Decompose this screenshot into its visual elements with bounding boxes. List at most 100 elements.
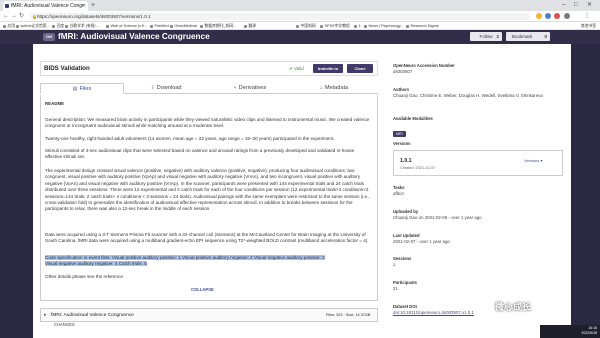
folder-icon: ▤	[72, 86, 78, 92]
follow-button[interactable]: Follow 2	[470, 32, 502, 41]
file-row[interactable]: CHANGES	[40, 321, 378, 329]
modality-badge[interactable]: MRI	[393, 131, 406, 137]
menu-icon[interactable]: ⋮	[584, 12, 590, 21]
bookmark-item[interactable]: 应用	[3, 22, 16, 30]
participants-block: Participants 21	[393, 280, 563, 292]
authors-list: Chuanji Gao, Christine E. Weber, Douglas…	[393, 93, 543, 98]
tab-metadata[interactable]: ⌂ Metadata	[292, 83, 376, 94]
version-date: Created: 2021-02-07	[400, 166, 436, 170]
sessions-block: Sessions 1	[393, 256, 563, 268]
bookmark-item[interactable]: PubMed	[150, 22, 169, 30]
validation-title: BIDS Validation	[44, 65, 90, 72]
updated-block: Last Updated 2021-02-07 - over 1 year ag…	[393, 233, 563, 245]
file-name: CHANGES	[54, 322, 75, 327]
bookmark-item[interactable]: 1	[354, 22, 361, 30]
bookmark-item[interactable]: SPSS中文教程	[320, 22, 350, 30]
bookmark-item[interactable]: 数据库期刊_知网...	[200, 22, 237, 30]
browser-tab[interactable]: fMRI: Audiovisual Valence Congr ✕	[3, 1, 88, 11]
tab-download[interactable]: ⇩ Download	[124, 83, 208, 94]
clock-date: 2022/6/28	[581, 331, 597, 335]
files-stats: Files: 329 · Size: 14.37GB	[326, 313, 371, 317]
clone-button[interactable]: Clone	[347, 64, 373, 73]
other-bookmarks[interactable]: 其他书签	[581, 22, 596, 30]
version-card[interactable]: 1.0.1 Created: 2021-02-07 Versions ▾	[393, 150, 563, 176]
extension-icon[interactable]	[545, 13, 551, 19]
bookmark-item[interactable]: GeenMedical	[170, 22, 197, 30]
bookmark-item[interactable]: 中国知网	[296, 22, 316, 30]
highlighted-text: Code specification in event files: Visua…	[45, 255, 325, 260]
bookmark-item[interactable]: 翻译	[244, 22, 257, 30]
modalities-block: Available Modalities MRI	[393, 116, 563, 140]
collapse-button[interactable]: COLLAPSE	[191, 287, 214, 292]
modalities-label: Available Modalities	[393, 116, 433, 121]
openneuro-logo: ON	[43, 33, 55, 41]
participants-count: 21	[393, 286, 398, 291]
accession-number: ds003507	[393, 69, 413, 74]
tab-label: Metadata	[324, 85, 349, 91]
readme-paragraph: Data were acquired using a 3-T Siemens P…	[45, 232, 369, 244]
dataset-header: ON fMRI: Audiovisual Valence Congruence …	[0, 30, 600, 44]
extension-icon[interactable]	[554, 13, 560, 19]
maximize-icon[interactable]: □	[574, 0, 578, 10]
tab-derivatives[interactable]: ⑂ Derivatives	[208, 83, 292, 94]
brainlife-button[interactable]: brainlife.io	[313, 64, 343, 73]
taskbar: 16:16 2022/6/28	[540, 325, 600, 338]
follow-label: Follow	[479, 34, 493, 39]
bookmark-button[interactable]: Bookmark 0	[506, 32, 550, 41]
minimize-icon[interactable]: –	[562, 0, 565, 10]
files-title: fMRI: Audiovisual Valence Congruence	[51, 313, 134, 318]
doi-link[interactable]: doi:10.18112/openneuro.ds003507.v1.0.1	[393, 310, 563, 316]
readme-highlight: Code specification in event files: Visua…	[45, 255, 371, 268]
system-clock: 16:16 2022/6/28	[581, 326, 597, 336]
uploaded-info: Chuanji Gao on 2021-02-06 - over 1 year …	[393, 215, 482, 220]
forward-icon[interactable]: →	[11, 12, 17, 21]
readme-paragraph: The experimental design crossed visual v…	[45, 168, 370, 212]
files-panel[interactable]: ▸ fMRI: Audiovisual Valence Congruence F…	[40, 308, 378, 322]
extension-icon[interactable]	[536, 13, 542, 19]
browser-tab-strip: fMRI: Audiovisual Valence Congr ✕ + – □ …	[0, 0, 600, 11]
bookmarks-bar: 应用 scihub论文检索... 百度 谷歌学术 (有限/... Web of …	[0, 22, 600, 30]
bookmark-label: Bookmark	[512, 34, 533, 39]
bookmark-item[interactable]: scihub论文检索...	[16, 22, 50, 30]
new-tab-icon[interactable]: +	[91, 1, 95, 10]
versions-label: Versions	[393, 141, 411, 146]
address-bar-row: ← → ↻ 🔒 https://openneuro.org/datasets/d…	[0, 11, 600, 22]
readme-paragraph: Stimuli consisted of 3-sec audiovisual c…	[45, 148, 355, 160]
close-window-icon[interactable]: ✕	[587, 0, 592, 10]
tasks-block: Tasks affect	[393, 185, 563, 197]
tab-label: Derivatives	[238, 85, 267, 91]
bookmark-item[interactable]: Research Digest	[406, 22, 439, 30]
download-icon: ⇩	[150, 85, 155, 91]
bookmark-item[interactable]: Web of Science [v.5...	[106, 22, 148, 30]
url-input[interactable]: 🔒 https://openneuro.org/datasets/ds00350…	[30, 13, 530, 20]
url-text: https://openneuro.org/datasets/ds003507/…	[37, 14, 151, 19]
tab-label: Files	[79, 86, 92, 92]
page-gutter-right	[571, 44, 600, 338]
task-name: affect	[393, 191, 404, 196]
back-icon[interactable]: ←	[3, 12, 9, 21]
bookmark-item[interactable]: News | Psychology...	[364, 22, 404, 30]
reload-icon[interactable]: ↻	[19, 12, 24, 21]
bookmark-count: 0	[544, 34, 547, 39]
bookmark-item[interactable]: 百度	[52, 22, 65, 30]
versions-dropdown[interactable]: Versions ▾	[524, 158, 542, 164]
readme-paragraph: General description: We measured brain a…	[45, 117, 370, 129]
versions-label-block: Versions	[393, 141, 563, 147]
bookmark-item[interactable]: 谷歌学术 (有限/...	[65, 22, 99, 30]
uploaded-block: Uploaded by Chuanji Gao on 2021-02-06 - …	[393, 209, 563, 221]
valid-status: ✔ Valid	[289, 66, 304, 71]
valid-label: Valid	[294, 66, 304, 71]
follow-count: 2	[496, 34, 499, 39]
lock-icon: 🔒	[32, 14, 37, 19]
doi-block: Dataset DOI doi:10.18112/openneuro.ds003…	[393, 304, 563, 316]
readme-heading: README	[45, 101, 65, 106]
version-number: 1.0.1	[400, 158, 412, 164]
profile-icon[interactable]	[564, 13, 570, 19]
folder-icon: ▸	[44, 312, 47, 318]
authors-block: Authors Chuanji Gao, Christine E. Weber,…	[393, 87, 563, 99]
highlighted-text: Visual negative auditory negative: 4 Cat…	[45, 261, 147, 267]
tab-files[interactable]: ▤ Files	[40, 83, 124, 94]
close-tab-icon[interactable]: ✕	[82, 1, 86, 11]
bids-validation-panel[interactable]: BIDS Validation ✔ Valid brainlife.io Clo…	[40, 61, 378, 76]
branch-icon: ⑂	[233, 85, 237, 91]
